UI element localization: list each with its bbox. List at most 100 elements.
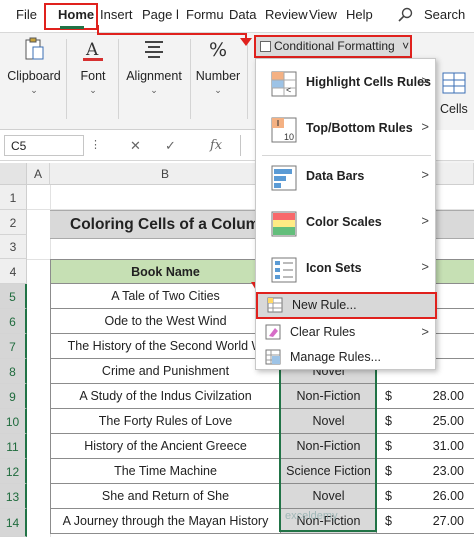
tab-review[interactable]: Review xyxy=(265,7,308,22)
submenu-arrow-icon: > xyxy=(421,324,429,339)
submenu-arrow-icon: > xyxy=(421,167,429,182)
ribbon-divider xyxy=(247,39,248,119)
menu-label: Top/Bottom Rules xyxy=(306,121,413,135)
tab-view[interactable]: View xyxy=(309,7,337,22)
price-cell[interactable]: $27.00 xyxy=(376,509,474,534)
book-name-cell[interactable]: A Journey through the Mayan History xyxy=(50,509,281,534)
menu-label: New Rule... xyxy=(292,298,357,312)
category-cell[interactable]: Novel xyxy=(281,484,376,509)
data-bars-icon xyxy=(271,165,297,191)
currency-symbol: $ xyxy=(385,464,392,478)
tab-file[interactable]: File xyxy=(16,7,37,22)
row-header[interactable]: 13 xyxy=(0,484,27,509)
submenu-arrow-icon: > xyxy=(421,259,429,274)
price-cell[interactable]: $31.00 xyxy=(376,434,474,459)
insert-function-icon[interactable]: fx xyxy=(210,138,222,153)
menu-item-manage-rules[interactable]: Manage Rules... xyxy=(256,346,437,370)
row-header[interactable]: 7 xyxy=(0,334,27,359)
category-cell[interactable]: Science Fiction xyxy=(281,459,376,484)
menu-label: Highlight Cells Rules xyxy=(306,75,432,89)
tab-help[interactable]: Help xyxy=(346,7,373,22)
search-box[interactable]: Search xyxy=(424,7,465,22)
column-header[interactable]: A xyxy=(27,163,50,185)
clipboard-group[interactable]: Clipboard ⌄ xyxy=(6,35,62,96)
book-name-cell[interactable]: History of the Ancient Greece xyxy=(50,434,281,459)
row-header[interactable]: 10 xyxy=(0,409,27,434)
price-value: 28.00 xyxy=(432,389,464,403)
search-icon[interactable] xyxy=(397,7,413,23)
book-name-cell[interactable]: A Study of the Indus Civilzation xyxy=(50,384,281,409)
chevron-down-icon: ⌄ xyxy=(150,85,158,95)
submenu-arrow-icon: > xyxy=(421,119,429,134)
row-header[interactable]: 3 xyxy=(0,235,27,259)
menu-item-data-bars[interactable]: Data Bars > xyxy=(256,159,437,199)
price-value: 26.00 xyxy=(432,489,464,503)
currency-symbol: $ xyxy=(385,489,392,503)
conditional-formatting-label: Conditional Formatting xyxy=(274,39,395,53)
price-value: 25.00 xyxy=(432,414,464,428)
book-name-cell[interactable]: The History of the Second World W xyxy=(50,334,281,359)
price-value: 23.00 xyxy=(432,464,464,478)
highlight-cells-icon: < xyxy=(271,71,297,97)
row-header[interactable]: 12 xyxy=(0,459,27,484)
menu-label: Color Scales xyxy=(306,215,382,229)
enter-icon[interactable]: ✓ xyxy=(165,138,176,154)
menu-item-clear-rules[interactable]: Clear Rules > xyxy=(256,321,437,345)
row-header[interactable]: 14 xyxy=(0,509,27,537)
book-name-cell[interactable]: She and Return of She xyxy=(50,484,281,509)
book-name-header[interactable]: Book Name xyxy=(50,259,281,284)
price-cell[interactable]: $28.00 xyxy=(376,384,474,409)
category-cell[interactable]: Non-Fiction xyxy=(281,434,376,459)
home-tab-underline xyxy=(60,26,84,29)
row-header[interactable]: 11 xyxy=(0,434,27,459)
price-value: 27.00 xyxy=(432,514,464,528)
submenu-arrow-icon: > xyxy=(421,73,429,88)
clear-rules-icon xyxy=(265,324,281,340)
price-cell[interactable]: $25.00 xyxy=(376,409,474,434)
column-header[interactable]: B xyxy=(50,163,281,185)
category-cell[interactable]: Non-Fiction xyxy=(281,384,376,409)
menu-label: Clear Rules xyxy=(290,325,356,339)
menu-item-color-scales[interactable]: Color Scales > xyxy=(256,205,437,245)
price-cell[interactable]: $26.00 xyxy=(376,484,474,509)
svg-text:10: 10 xyxy=(284,132,294,142)
row-header[interactable]: 8 xyxy=(0,359,27,384)
cells-icon xyxy=(442,72,466,94)
conditional-formatting-menu: < Highlight Cells Rules > 10 Top/Bottom … xyxy=(255,58,437,370)
currency-symbol: $ xyxy=(385,514,392,528)
book-name-cell[interactable]: The Time Machine xyxy=(50,459,281,484)
row-header[interactable]: 2 xyxy=(0,210,27,235)
book-name-cell[interactable]: The Forty Rules of Love xyxy=(50,409,281,434)
conditional-formatting-button[interactable]: Conditional Formatting ˅ xyxy=(254,35,412,58)
category-cell[interactable]: Novel xyxy=(281,409,376,434)
currency-symbol: $ xyxy=(385,439,392,453)
row-header[interactable]: 4 xyxy=(0,259,27,284)
alignment-label: Alignment xyxy=(126,69,182,83)
book-name-cell[interactable]: Crime and Punishment xyxy=(50,359,281,384)
svg-text:<: < xyxy=(286,85,291,95)
manage-rules-icon xyxy=(265,349,281,365)
book-name-cell[interactable]: A Tale of Two Cities xyxy=(50,284,281,309)
menu-item-highlight-cells-rules[interactable]: < Highlight Cells Rules > xyxy=(256,65,437,105)
font-label: Font xyxy=(80,69,106,83)
chevron-down-icon: ⌄ xyxy=(89,85,97,95)
menu-label: Data Bars xyxy=(306,169,365,183)
grid-line xyxy=(27,259,50,260)
clipboard-icon xyxy=(25,37,44,60)
menu-item-new-rule[interactable]: New Rule... xyxy=(256,292,437,319)
row-header[interactable]: 6 xyxy=(0,309,27,334)
row-header[interactable]: 1 xyxy=(0,185,27,210)
menu-item-top-bottom-rules[interactable]: 10 Top/Bottom Rules > xyxy=(256,111,437,151)
menu-item-icon-sets[interactable]: Icon Sets > xyxy=(256,251,437,291)
book-name-cell[interactable]: Ode to the West Wind xyxy=(50,309,281,334)
menu-label: Icon Sets xyxy=(306,261,362,275)
row-header[interactable]: 9 xyxy=(0,384,27,409)
price-cell[interactable]: $23.00 xyxy=(376,459,474,484)
row-header[interactable]: 5 xyxy=(0,284,27,309)
ribbon-divider xyxy=(118,39,119,119)
name-box[interactable]: C5 xyxy=(4,135,84,156)
cancel-icon[interactable]: ✕ xyxy=(130,138,141,154)
select-all-corner[interactable] xyxy=(0,163,27,185)
more-options-icon[interactable]: ⋮ xyxy=(90,138,101,151)
menu-separator xyxy=(262,155,431,156)
